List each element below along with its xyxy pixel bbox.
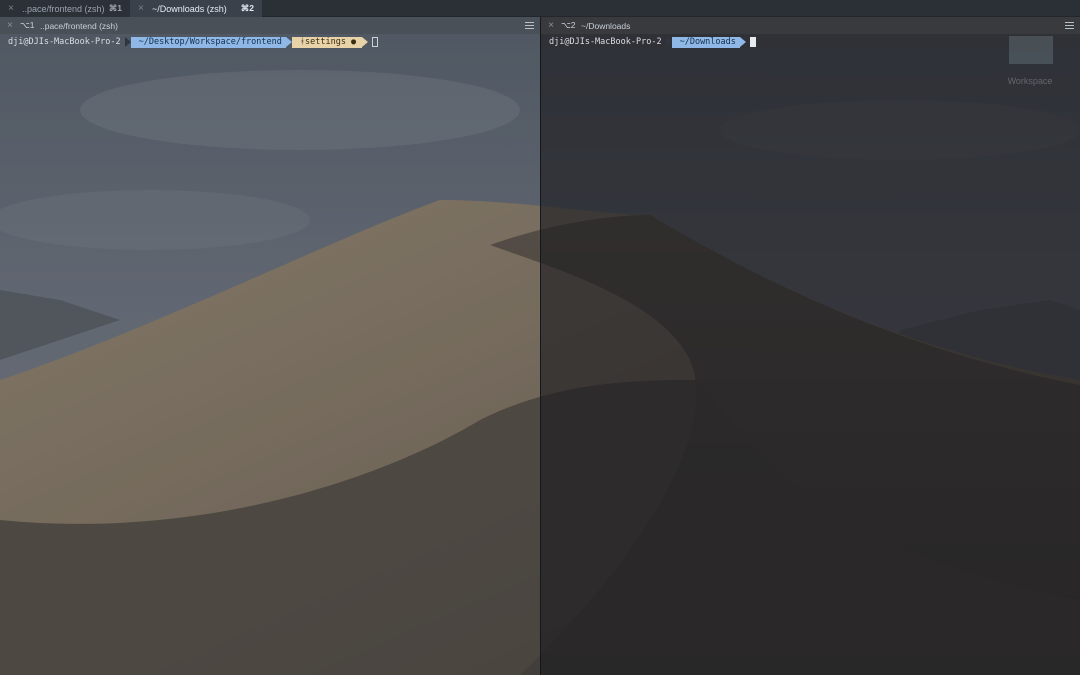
prompt-path: ~/Desktop/Workspace/frontend [130, 36, 286, 48]
tab-bar: × ..pace/frontend (zsh) ⌘1 × ~/Downloads… [0, 0, 1080, 17]
tab-downloads[interactable]: × ~/Downloads (zsh) ⌘2 [130, 0, 262, 17]
shell-prompt: dji@DJIs-MacBook-Pro-2 ~/Desktop/Workspa… [6, 36, 534, 48]
prompt-path: ~/Downloads [671, 36, 740, 48]
tab-title: ~/Downloads (zsh) [152, 3, 227, 14]
tab-frontend[interactable]: × ..pace/frontend (zsh) ⌘1 [0, 0, 130, 17]
pane-number: ⌥1 [20, 20, 35, 30]
pane-header: × ⌥1 ..pace/frontend (zsh) [0, 17, 540, 34]
hamburger-menu-icon[interactable] [518, 22, 540, 29]
close-tab-icon[interactable]: × [0, 3, 22, 14]
desktop-folder-label: Workspace [1007, 76, 1053, 86]
powerline-separator-icon [739, 37, 746, 47]
pane-title: ~/Downloads [581, 20, 631, 31]
pane-header: × ⌥2 ~/Downloads [541, 17, 1080, 34]
terminal-output[interactable]: dji@DJIs-MacBook-Pro-2 ~/Downloads [541, 34, 1080, 50]
close-pane-icon[interactable]: × [0, 20, 20, 31]
terminal-output[interactable]: dji@DJIs-MacBook-Pro-2 ~/Desktop/Workspa… [0, 34, 540, 50]
tab-shortcut: ⌘1 [108, 3, 122, 13]
terminal-pane-left[interactable]: × ⌥1 ..pace/frontend (zsh) dji@DJIs-MacB… [0, 17, 540, 675]
git-branch-label: settings ● [305, 37, 357, 47]
powerline-separator-icon [362, 37, 369, 47]
prompt-user-host: dji@DJIs-MacBook-Pro-2 [8, 37, 121, 47]
terminal-cursor [749, 37, 756, 47]
terminal-cursor [372, 37, 379, 47]
close-tab-icon[interactable]: × [130, 3, 152, 14]
close-pane-icon[interactable]: × [541, 20, 561, 31]
pane-number: ⌥2 [561, 20, 576, 30]
tab-bar-empty-area[interactable] [262, 0, 1080, 17]
pane-title: ..pace/frontend (zsh) [40, 20, 118, 31]
terminal-pane-right[interactable]: × ⌥2 ~/Downloads dji@DJIs-MacBook-Pro-2 … [541, 17, 1080, 675]
desktop-folder-icon[interactable] [1009, 36, 1053, 64]
tab-shortcut: ⌘2 [240, 3, 254, 13]
prompt-git-branch: ᚼ settings ● [291, 36, 363, 48]
hamburger-menu-icon[interactable] [1058, 22, 1080, 29]
prompt-user-host: dji@DJIs-MacBook-Pro-2 [549, 37, 662, 47]
shell-prompt: dji@DJIs-MacBook-Pro-2 ~/Downloads [547, 36, 1074, 48]
tab-title: ..pace/frontend (zsh) [22, 3, 105, 14]
